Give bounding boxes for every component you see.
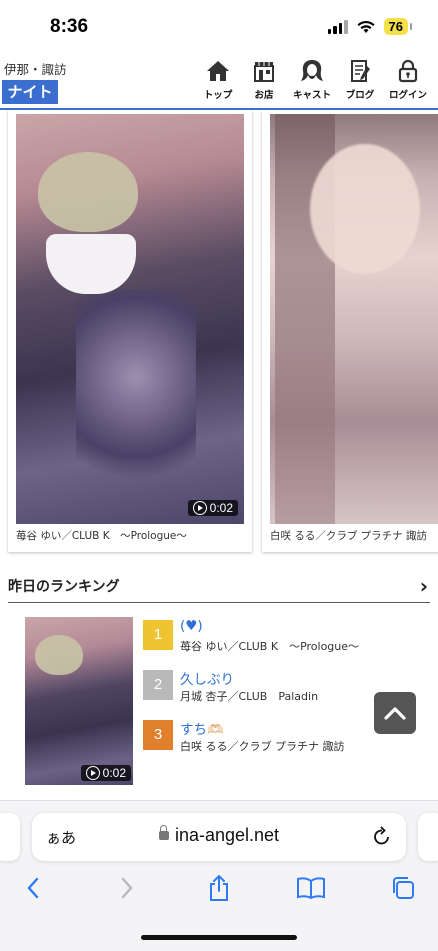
cast-card[interactable]: 白咲 るる／クラブ プラチナ 諏訪 <box>262 110 438 552</box>
video-duration: 0:02 <box>209 501 233 515</box>
nav-cast[interactable]: キャスト <box>288 58 336 101</box>
heart-sticker-icon <box>38 152 138 232</box>
rank-number: 2 <box>143 670 173 700</box>
lock-icon <box>158 825 169 840</box>
battery-indicator: 76 <box>383 18 413 35</box>
rank-number: 3 <box>143 720 173 750</box>
back-button[interactable] <box>18 873 48 903</box>
blog-icon <box>351 60 370 82</box>
url-value: ina-angel.net <box>174 825 280 845</box>
play-icon <box>85 766 100 780</box>
nav-top-label: トップ <box>203 90 233 101</box>
browser-nav-bar <box>0 873 438 903</box>
ranking-post-link[interactable]: (♥) <box>180 618 203 634</box>
nav-login[interactable]: ログイン <box>384 58 432 101</box>
share-button[interactable] <box>204 873 234 903</box>
ranking-title: 昨日のランキング <box>8 579 120 595</box>
status-bar: 8:36 76 <box>0 0 438 52</box>
forward-button[interactable] <box>112 873 142 903</box>
heart-sticker-icon <box>35 635 83 675</box>
nav-blog-label: ブログ <box>345 90 375 101</box>
nav-blog[interactable]: ブログ <box>338 58 382 101</box>
ranking-cast-shop: 白咲 るる／クラブ プラチナ 諏訪 <box>180 740 345 753</box>
rank-number: 1 <box>143 620 173 650</box>
next-tab-preview[interactable] <box>418 813 438 861</box>
scroll-to-top-button[interactable] <box>374 692 416 734</box>
shop-icon <box>254 62 274 82</box>
ranking-cast-shop: 苺谷 ゆい／CLUB K 〜Prologue〜 <box>180 640 360 653</box>
book-icon <box>297 877 325 900</box>
cast-photo[interactable] <box>270 114 438 524</box>
url-text[interactable]: ina-angel.net <box>32 825 406 846</box>
main-nav: トップ お店 キャスト ブログ ログイン <box>194 58 432 101</box>
nav-cast-label: キャスト <box>292 90 331 101</box>
ranking-divider <box>8 602 430 603</box>
video-duration: 0:02 <box>102 766 126 780</box>
nav-login-label: ログイン <box>388 90 427 101</box>
face-mask-shape <box>46 234 136 294</box>
chevron-right-icon[interactable]: › <box>420 574 428 598</box>
site-header: 伊那・諏訪 ナイト トップ お店 キャスト ブログ ログイン <box>0 52 438 110</box>
outfit-shape <box>76 289 196 509</box>
night-badge[interactable]: ナイト <box>2 80 58 104</box>
cast-icon <box>301 60 323 81</box>
tabs-icon <box>393 877 414 899</box>
home-indicator <box>141 935 297 940</box>
cast-cards-carousel[interactable]: 0:02 苺谷 ゆい／CLUB K 〜Prologue〜 白咲 るる／クラブ プ… <box>0 110 438 560</box>
nav-top[interactable]: トップ <box>196 58 240 101</box>
ranking-thumbnail[interactable]: 0:02 <box>25 617 133 785</box>
cast-caption[interactable]: 苺谷 ゆい／CLUB K 〜Prologue〜 <box>16 528 187 543</box>
status-icons: 76 <box>327 18 413 35</box>
face-shape <box>310 144 420 274</box>
cast-photo[interactable]: 0:02 <box>16 114 244 524</box>
chevron-up-icon <box>384 707 406 720</box>
cast-card[interactable]: 0:02 苺谷 ゆい／CLUB K 〜Prologue〜 <box>8 110 252 552</box>
home-icon <box>207 61 229 81</box>
video-duration-badge: 0:02 <box>80 765 131 781</box>
video-duration-badge: 0:02 <box>187 500 238 516</box>
previous-tab-preview[interactable] <box>0 813 20 861</box>
share-icon <box>210 874 228 901</box>
area-label[interactable]: 伊那・諏訪 <box>4 59 67 78</box>
lock-icon <box>398 59 418 83</box>
browser-toolbar: ぁあ ina-angel.net <box>0 800 438 951</box>
reload-icon[interactable] <box>372 825 392 847</box>
wifi-icon <box>357 20 375 33</box>
chevron-right-icon <box>121 877 133 899</box>
ranking-post-link[interactable]: 久しぶり <box>180 668 234 688</box>
ranking-cast-shop: 月城 杏子／CLUB Paladin <box>180 690 319 703</box>
ranking-post-link[interactable]: すち🫶🏻 <box>180 718 224 738</box>
play-icon <box>192 501 207 515</box>
cast-caption[interactable]: 白咲 るる／クラブ プラチナ 諏訪 <box>270 528 427 543</box>
tabs-button[interactable] <box>388 873 418 903</box>
nav-shop-label: お店 <box>254 90 274 101</box>
bookmarks-button[interactable] <box>296 873 326 903</box>
nav-shop[interactable]: お店 <box>242 58 286 101</box>
chevron-left-icon <box>27 877 39 899</box>
status-time: 8:36 <box>50 16 89 37</box>
address-bar[interactable]: ぁあ ina-angel.net <box>32 813 406 861</box>
cell-signal-icon <box>327 19 348 34</box>
